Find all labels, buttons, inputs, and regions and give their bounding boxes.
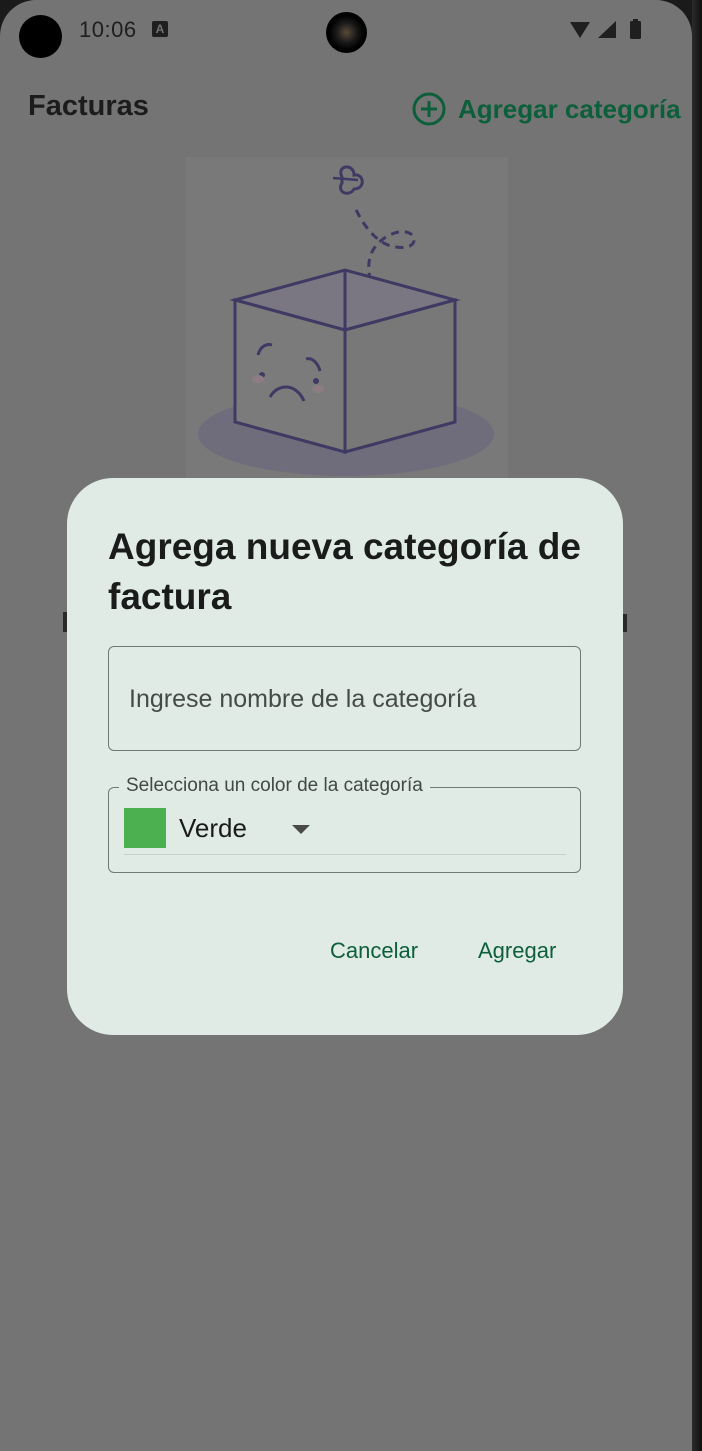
category-color-select[interactable]: Selecciona un color de la categoría Verd… (108, 775, 581, 873)
a-notification-icon: A (152, 21, 168, 37)
color-selected-value: Verde (179, 813, 247, 843)
front-camera-icon (326, 12, 367, 53)
cancel-button[interactable]: Cancelar (330, 938, 418, 964)
sad-empty-box-illustration (186, 157, 508, 479)
plus-circle-icon (412, 92, 446, 126)
add-category-button[interactable]: Agregar categoría (412, 92, 681, 126)
color-select-label: Selecciona un color de la categoría (119, 775, 430, 797)
phone-screen: 10:06 A Facturas Agregar categoría Agreg… (0, 0, 692, 1451)
add-category-dialog: Agrega nueva categoría de factura Selecc… (67, 478, 623, 1035)
dropdown-arrow-icon[interactable] (292, 825, 310, 834)
wifi-icon (570, 22, 590, 38)
signal-icon (598, 21, 616, 38)
category-name-field[interactable] (108, 646, 581, 752)
status-bar: 10:06 A (0, 0, 692, 60)
camera-dot-icon (19, 15, 62, 58)
dropdown-underline (124, 854, 566, 855)
phone-frame-edge (692, 0, 702, 1451)
battery-icon (630, 21, 641, 39)
dialog-title: Agrega nueva categoría de factura (108, 526, 581, 617)
page-title: Facturas (28, 90, 149, 122)
color-swatch (124, 808, 166, 848)
category-name-input[interactable] (127, 647, 561, 752)
status-icons (570, 19, 641, 39)
add-category-label: Agregar categoría (458, 93, 681, 124)
status-time: 10:06 (79, 17, 137, 42)
add-button[interactable]: Agregar (478, 938, 556, 964)
